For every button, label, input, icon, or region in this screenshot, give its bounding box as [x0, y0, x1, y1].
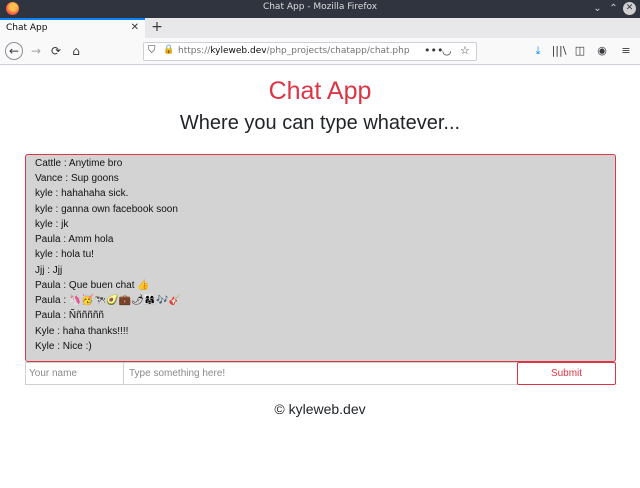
window-title: Chat App - Mozilla Firefox: [262, 2, 378, 12]
back-button[interactable]: ←: [5, 42, 23, 60]
chat-message: Vance : Sup goons: [35, 173, 119, 184]
url-bar[interactable]: ⛉ 🔒 https://kyleweb.dev/php_projects/cha…: [143, 42, 477, 61]
minimize-button[interactable]: ⌄: [591, 2, 604, 15]
chat-message: Cattle : Anytime bro: [35, 158, 123, 169]
chat-message: kyle : jk: [35, 219, 69, 230]
footer-copyright: © kyleweb.dev: [274, 401, 366, 417]
tab-chat-app[interactable]: Chat App ✕: [0, 18, 145, 38]
account-icon[interactable]: ◉: [594, 43, 610, 59]
chat-message: kyle : hola tu!: [35, 249, 94, 260]
maximize-button[interactable]: ⌃: [607, 2, 620, 15]
chat-message: Paula : Amm hola: [35, 234, 114, 245]
reload-button[interactable]: ⟳: [48, 43, 64, 59]
sidebar-icon[interactable]: ◫: [572, 43, 588, 59]
chat-message: Jjj : Jjj: [35, 265, 63, 276]
window-titlebar: Chat App - Mozilla Firefox ⌄ ⌃ ✕: [0, 0, 640, 18]
name-input[interactable]: [25, 362, 124, 385]
hamburger-menu-icon[interactable]: ≡: [618, 43, 634, 59]
tracking-shield-icon[interactable]: ⛉: [148, 45, 156, 56]
chat-message: Paula : 🦄🥳🐄🥑💼🌶👩‍👩‍👧🎶🎸: [35, 295, 182, 306]
page-actions-icon[interactable]: •••: [424, 44, 443, 57]
home-button[interactable]: ⌂: [68, 43, 84, 59]
tab-strip: Chat App ✕ +: [0, 18, 640, 38]
new-tab-button[interactable]: +: [150, 19, 164, 35]
chat-message: Paula : Que buen chat 👍: [35, 280, 150, 291]
submit-button[interactable]: Submit: [517, 362, 616, 385]
page-content: Chat App Where you can type whatever... …: [0, 66, 640, 488]
url-text[interactable]: https://kyleweb.dev/php_projects/chatapp…: [178, 46, 410, 56]
navigation-toolbar: ← → ⟳ ⌂ ⛉ 🔒 https://kyleweb.dev/php_proj…: [0, 38, 640, 65]
url-domain: kyleweb.dev: [210, 46, 267, 56]
bookmark-star-icon[interactable]: ☆: [460, 44, 470, 57]
tab-label: Chat App: [6, 23, 48, 33]
chat-log[interactable]: Cattle : Anytime bro Vance : Sup goons k…: [25, 154, 616, 362]
pocket-icon[interactable]: ◡: [442, 44, 452, 57]
chat-message: kyle : ganna own facebook soon: [35, 204, 178, 215]
chat-message: Kyle : haha thanks!!!!: [35, 326, 129, 337]
page-title: Chat App: [268, 77, 372, 105]
close-window-button[interactable]: ✕: [623, 2, 636, 15]
downloads-icon[interactable]: ⤓: [530, 43, 546, 59]
tab-close-icon[interactable]: ✕: [131, 22, 139, 33]
chat-message: Kyle : Nice :): [35, 341, 92, 352]
chat-message: Paula : Ññññññ: [35, 310, 104, 321]
url-path: /php_projects/chatapp/chat.php: [266, 46, 410, 56]
page-subtitle: Where you can type whatever...: [179, 112, 461, 134]
message-input[interactable]: [124, 362, 518, 385]
url-prefix: https://: [178, 46, 211, 56]
chat-message: kyle : hahahaha sick.: [35, 188, 129, 199]
library-icon[interactable]: |||\: [551, 43, 567, 59]
lock-icon[interactable]: 🔒: [163, 45, 174, 55]
forward-button[interactable]: →: [28, 43, 44, 59]
